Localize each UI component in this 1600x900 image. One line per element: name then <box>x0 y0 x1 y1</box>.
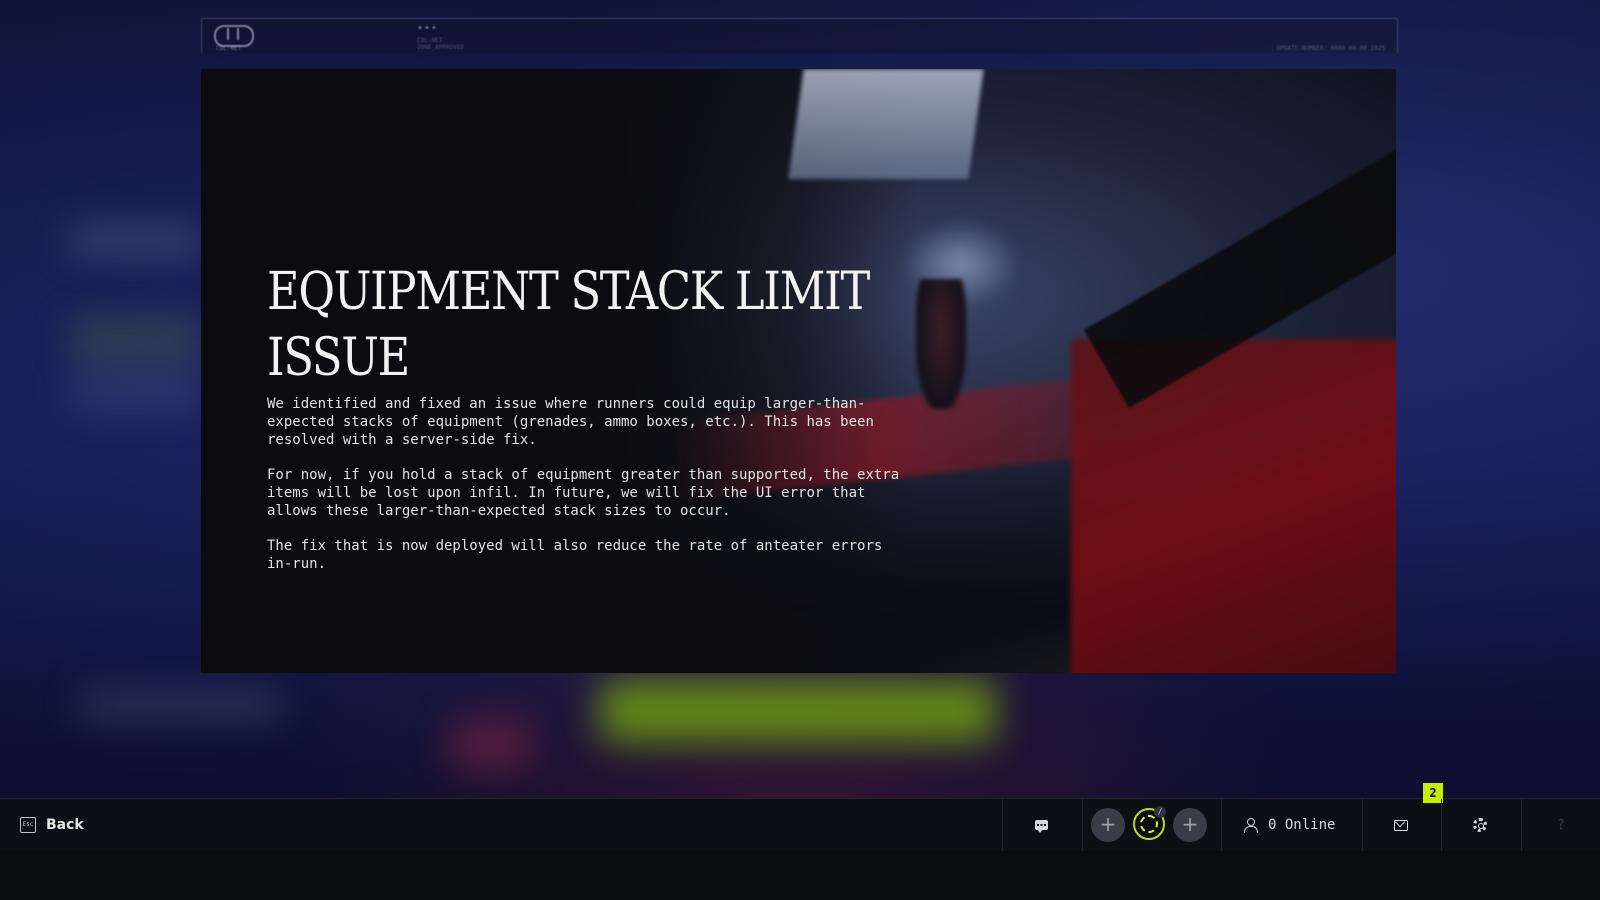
divider <box>1521 799 1522 851</box>
divider <box>1082 799 1083 851</box>
people-icon <box>1244 818 1260 833</box>
article-paragraph: For now, if you hold a stack of equipmen… <box>267 467 900 519</box>
article: EQUIPMENT STACK LIMIT ISSUE We identifie… <box>267 259 967 590</box>
mail-button[interactable] <box>1388 812 1414 838</box>
back-button[interactable]: Esc Back <box>20 813 84 837</box>
help-icon: ? <box>1557 817 1565 833</box>
gear-icon <box>1473 818 1487 832</box>
header-dots: ••• <box>417 23 439 34</box>
header-subtitle-line: COL-NET <box>417 37 443 44</box>
logo-text: COL-NET <box>216 45 242 52</box>
blurred-menu-item <box>80 690 280 720</box>
mail-icon <box>1394 819 1408 831</box>
online-count: 0 Online <box>1268 817 1336 833</box>
bottom-bar: Esc Back + ∕ + 0 Online 2 ? <box>0 783 1600 852</box>
hero-image-doorway <box>788 69 984 179</box>
article-body: We identified and fixed an issue where r… <box>267 395 967 573</box>
footer-strip <box>0 851 1600 900</box>
esc-key-icon: Esc <box>20 817 36 833</box>
patch-note-panel: EQUIPMENT STACK LIMIT ISSUE We identifie… <box>201 69 1396 673</box>
add-squad-member-button[interactable]: + <box>1173 808 1207 842</box>
article-paragraph: We identified and fixed an issue where r… <box>267 396 874 448</box>
network-logo-icon <box>214 25 254 47</box>
divider <box>1221 799 1222 851</box>
add-squad-member-button[interactable]: + <box>1091 808 1125 842</box>
blurred-menu-item <box>70 320 200 360</box>
article-paragraph: The fix that is now deployed will also r… <box>267 538 883 572</box>
chat-icon <box>1034 820 1048 833</box>
blurred-menu-item <box>70 225 200 255</box>
article-title: EQUIPMENT STACK LIMIT ISSUE <box>267 262 870 388</box>
help-button[interactable]: ? <box>1548 812 1574 838</box>
friends-online-button[interactable]: 0 Online <box>1244 813 1335 837</box>
mic-muted-icon: ∕ <box>1154 806 1166 818</box>
update-number: UPDATE NUMBER: 0000 00.00.2025 <box>1276 45 1385 52</box>
settings-button[interactable] <box>1467 812 1493 838</box>
divider <box>1002 799 1003 851</box>
blurred-menu-item <box>70 370 200 410</box>
header-subtitle: COL-NET ZONE_APPROVED <box>417 37 464 51</box>
blurred-confirm-button <box>600 680 995 742</box>
back-label: Back <box>46 817 84 833</box>
blurred-background-light <box>450 720 530 770</box>
chat-button[interactable] <box>1028 812 1054 838</box>
divider <box>1441 799 1442 851</box>
header-subtitle-line: ZONE_APPROVED <box>417 44 464 51</box>
divider <box>1362 799 1363 851</box>
modal-header: COL-NET ••• COL-NET ZONE_APPROVED UPDATE… <box>201 18 1398 53</box>
mail-badge: 2 <box>1423 783 1443 803</box>
